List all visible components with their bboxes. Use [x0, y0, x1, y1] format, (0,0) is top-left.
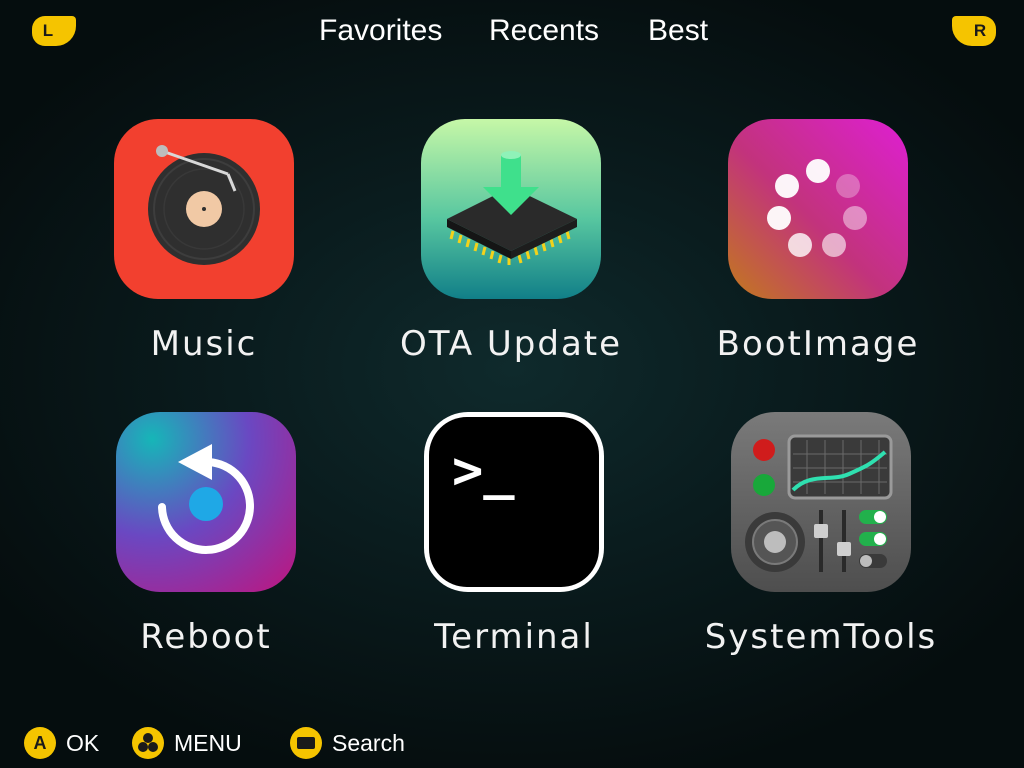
app-label-music: Music [150, 324, 258, 364]
terminal-prompt-text: >_ [452, 441, 515, 501]
hint-menu-label: MENU [174, 729, 242, 756]
a-button-icon: A [24, 727, 56, 759]
app-systemtools[interactable]: SystemTools [681, 412, 961, 682]
hint-search-label: Search [332, 729, 405, 756]
app-music[interactable]: Music [64, 119, 344, 389]
app-label-systemtools: SystemTools [704, 617, 938, 657]
loading-spinner-icon [728, 119, 908, 299]
hint-ok[interactable]: A OK [24, 727, 99, 759]
tab-recents[interactable]: Recents [489, 12, 599, 50]
control-panel-icon [731, 412, 911, 592]
app-label-bootimage: BootImage [716, 324, 920, 364]
app-label-ota-update: OTA Update [399, 324, 623, 364]
tab-bar: Favorites Recents Best [0, 12, 1024, 52]
chip-download-icon [421, 119, 601, 299]
app-bootimage[interactable]: BootImage [678, 119, 958, 389]
select-button-icon [290, 727, 322, 759]
hint-menu[interactable]: MENU [132, 727, 242, 759]
menu-dots-icon [132, 727, 164, 759]
app-terminal[interactable]: >_ Terminal [374, 412, 654, 682]
terminal-prompt-icon: >_ [424, 412, 604, 592]
record-player-icon [114, 119, 294, 299]
app-label-reboot: Reboot [140, 617, 272, 657]
app-reboot[interactable]: Reboot [66, 412, 346, 682]
app-ota-update[interactable]: OTA Update [371, 119, 651, 389]
tab-favorites[interactable]: Favorites [319, 12, 442, 50]
reboot-arrow-icon [116, 412, 296, 592]
app-label-terminal: Terminal [434, 617, 594, 657]
tab-best[interactable]: Best [648, 12, 708, 50]
hint-search[interactable]: Search [290, 727, 405, 759]
hint-ok-label: OK [66, 729, 100, 756]
